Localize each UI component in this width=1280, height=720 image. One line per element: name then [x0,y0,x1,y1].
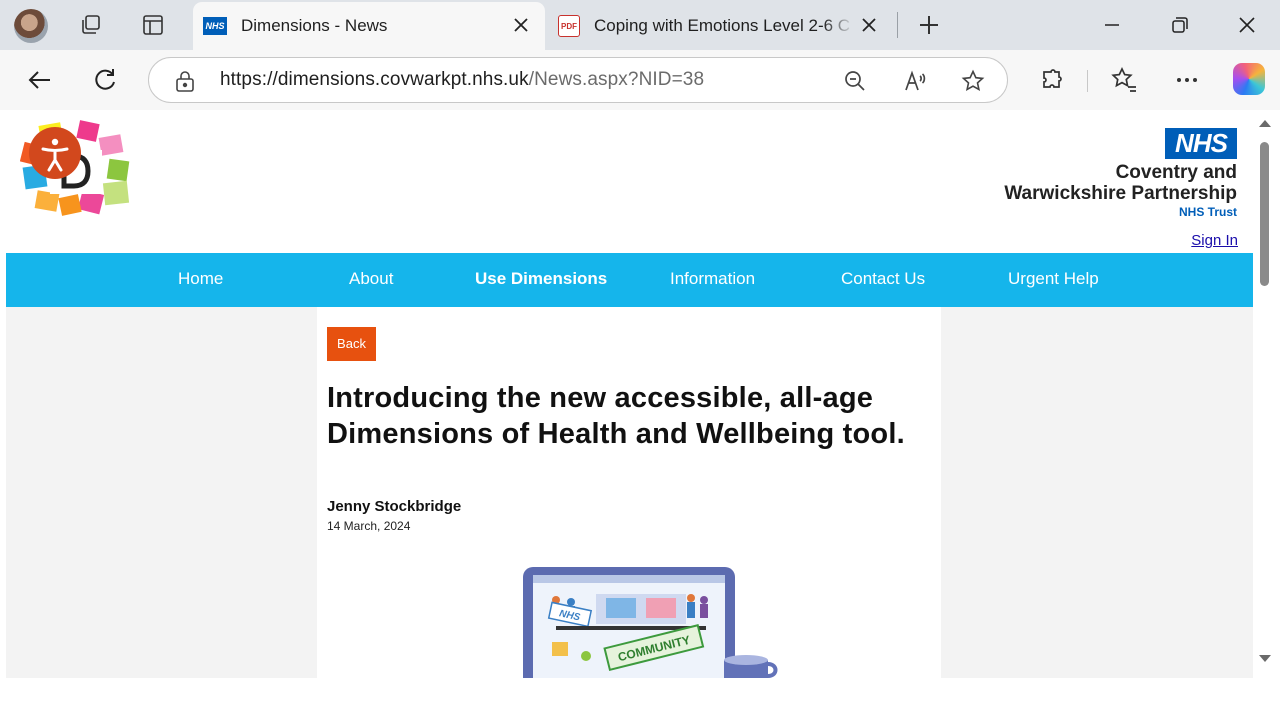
trust-name-line1: Coventry and [1115,162,1237,183]
scroll-down-arrow-icon[interactable] [1259,655,1271,662]
read-aloud-icon[interactable] [903,69,927,93]
tab-title: Coping with Emotions Level 2-6 C [594,16,851,35]
restore-icon[interactable] [1167,12,1193,38]
toolbar: https://dimensions.covwarkpt.nhs.uk/News… [0,50,1280,110]
tab-coping-emotions[interactable]: PDF Coping with Emotions Level 2-6 C [548,2,893,50]
article-title: Introducing the new accessible, all-age … [327,382,905,450]
nhs-logo: NHS [1165,128,1237,159]
article-illustration: NHS COMMUNITY [506,564,806,678]
close-window-icon[interactable] [1234,12,1260,38]
zoom-out-icon[interactable] [843,69,867,93]
trust-name-line2: Warwickshire Partnership [1004,183,1237,204]
workspaces-icon[interactable] [78,12,104,38]
trust-name-line3: NHS Trust [1178,205,1237,219]
back-arrow-icon[interactable] [26,66,54,94]
tab-divider [897,12,898,38]
nav-information[interactable]: Information [670,269,755,289]
nav-home[interactable]: Home [178,269,223,289]
close-tab-icon[interactable] [511,15,531,35]
more-options-icon[interactable] [1173,66,1201,94]
left-gutter [6,307,317,678]
nhs-favicon-icon: NHS [203,17,227,35]
scrollbar-thumb[interactable] [1260,142,1269,286]
scroll-up-arrow-icon[interactable] [1259,120,1271,127]
nav-about[interactable]: About [349,269,393,289]
main-nav: Home About Use Dimensions Information Co… [6,253,1253,307]
article-date: 14 March, 2024 [327,519,411,533]
address-bar[interactable]: https://dimensions.covwarkpt.nhs.uk/News… [148,57,1008,103]
article-author: Jenny Stockbridge [327,498,462,515]
toolbar-divider [1087,70,1088,92]
tab-dimensions-news[interactable]: NHS Dimensions - News [193,2,545,50]
accessibility-button[interactable] [29,127,81,179]
nav-urgent-help[interactable]: Urgent Help [1008,269,1099,289]
sign-in-link[interactable]: Sign In [1191,232,1238,249]
lock-icon[interactable] [175,70,195,92]
page-scrollbar[interactable] [1256,112,1274,668]
refresh-icon[interactable] [91,66,119,94]
new-tab-icon[interactable] [916,12,942,38]
tab-actions-icon[interactable] [140,12,166,38]
right-gutter [941,307,1253,678]
extensions-icon[interactable] [1038,66,1066,94]
url-text[interactable]: https://dimensions.covwarkpt.nhs.uk/News… [220,69,704,91]
close-tab-icon[interactable] [859,15,879,35]
nav-contact-us[interactable]: Contact Us [841,269,925,289]
web-page: NHS Coventry and Warwickshire Partnershi… [6,112,1253,678]
tab-title: Dimensions - News [241,16,388,35]
tab-strip: NHS Dimensions - News PDF Coping with Em… [0,0,1280,50]
copilot-icon[interactable] [1233,63,1265,95]
profile-avatar[interactable] [14,9,48,43]
pdf-favicon-icon: PDF [558,15,580,37]
nav-use-dimensions[interactable]: Use Dimensions [475,269,607,289]
favorite-star-icon[interactable] [961,69,985,93]
url-path: /News.aspx?NID=38 [528,69,705,90]
back-button[interactable]: Back [327,327,376,361]
minimize-icon[interactable] [1099,12,1125,38]
url-host: https://dimensions.covwarkpt.nhs.uk [220,69,529,90]
favorites-icon[interactable] [1110,66,1138,94]
